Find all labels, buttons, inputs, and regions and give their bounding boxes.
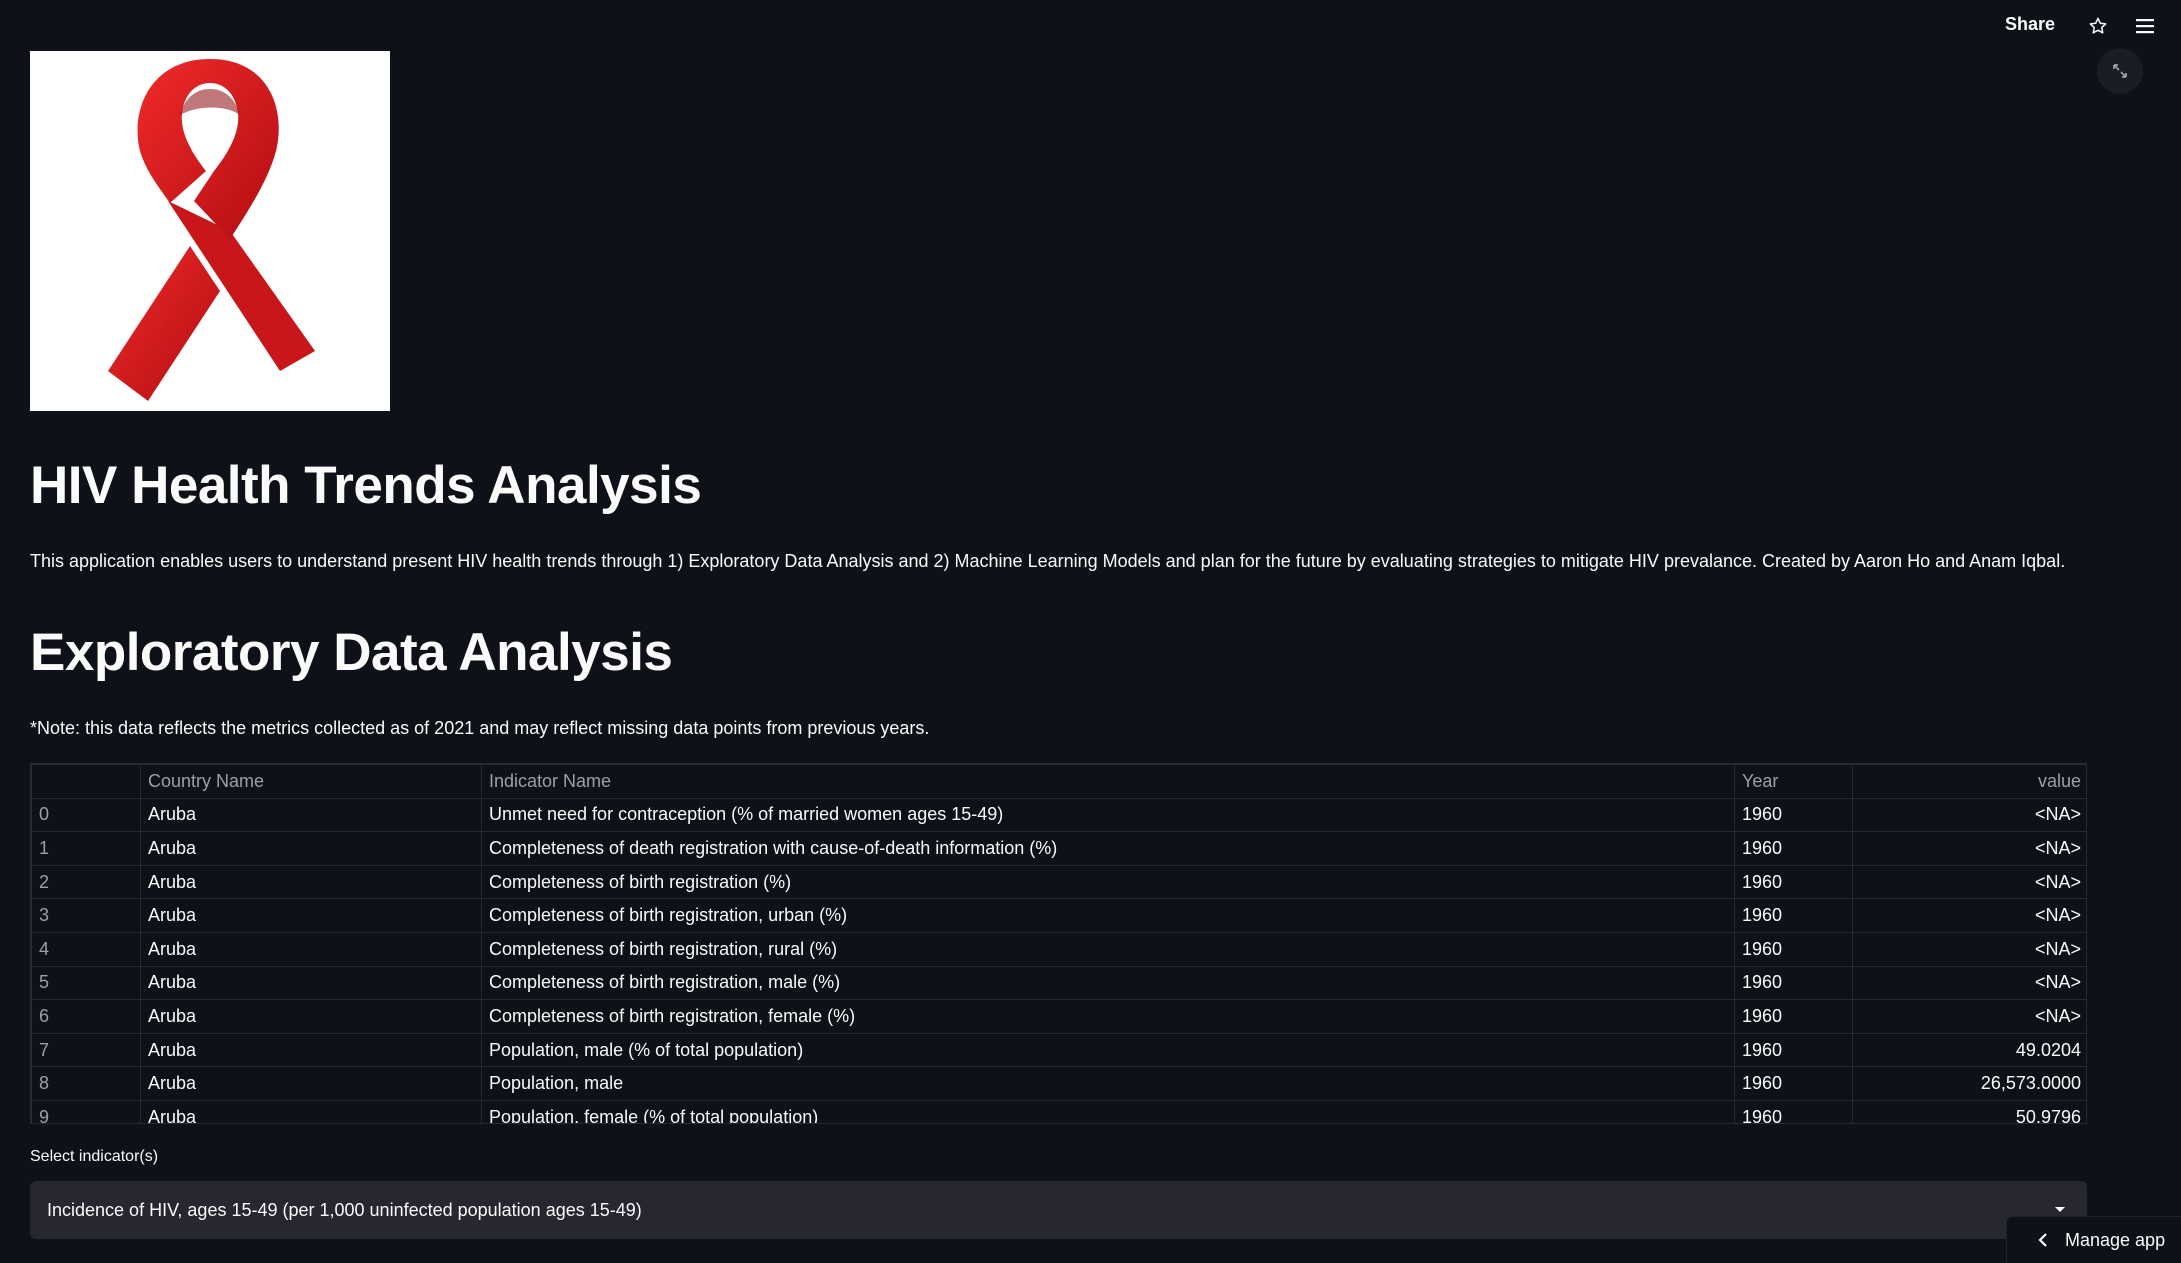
indicator-name-cell[interactable]: Population, female (% of total populatio… <box>481 1099 1735 1123</box>
indicator-select[interactable]: Incidence of HIV, ages 15-49 (per 1,000 … <box>30 1181 2087 1239</box>
value-cell[interactable]: <NA> <box>1852 797 2086 833</box>
year-cell[interactable]: 1960 <box>1734 898 1853 933</box>
country-name-cell[interactable]: Aruba <box>140 898 482 933</box>
intro-text: This application enables users to unders… <box>30 551 2066 571</box>
indicator-name-cell[interactable]: Completeness of birth registration, rura… <box>481 931 1735 967</box>
value-cell[interactable]: <NA> <box>1852 831 2086 866</box>
country-name-cell[interactable]: Aruba <box>140 1099 482 1123</box>
table-row[interactable]: 4 Aruba Completeness of birth registration… <box>31 931 2086 967</box>
indicator-name-cell[interactable]: Completeness of birth registration, urba… <box>481 898 1735 933</box>
column-header-index[interactable] <box>31 764 141 799</box>
red-ribbon-icon <box>108 59 315 401</box>
select-indicator-label: Select indicator(s) <box>30 1148 159 1165</box>
country-name-cell[interactable]: Aruba <box>140 999 482 1034</box>
indicator-name-cell[interactable]: Completeness of birth registration, fema… <box>481 999 1735 1034</box>
country-name-cell[interactable]: Aruba <box>140 831 482 866</box>
row-index[interactable]: 8 <box>31 1066 141 1101</box>
hiv-ribbon-logo <box>30 51 390 411</box>
value-cell[interactable]: <NA> <box>1852 965 2086 1001</box>
country-name-cell[interactable]: Aruba <box>140 864 482 900</box>
column-header-indicator-name[interactable]: Indicator Name <box>481 764 1735 799</box>
year-cell[interactable]: 1960 <box>1734 965 1853 1001</box>
year-cell[interactable]: 1960 <box>1734 1032 1853 1068</box>
value-cell[interactable]: 50.9796 <box>1852 1099 2086 1123</box>
row-index[interactable]: 5 <box>31 965 141 1001</box>
indicator-name-cell[interactable]: Population, male <box>481 1066 1735 1101</box>
value-cell[interactable]: <NA> <box>1852 999 2086 1034</box>
data-note: *Note: this data reflects the metrics co… <box>30 718 930 738</box>
value-cell[interactable]: <NA> <box>1852 898 2086 933</box>
table-header-row: Country Name Indicator Name Year value <box>31 764 2086 799</box>
chevron-down-icon[interactable] <box>2055 1207 2065 1212</box>
row-index[interactable]: 9 <box>31 1099 141 1123</box>
column-header-value[interactable]: value <box>1852 764 2086 799</box>
table-row[interactable]: 2 Aruba Completeness of birth registration… <box>31 864 2086 900</box>
country-name-cell[interactable]: Aruba <box>140 931 482 967</box>
section-title-eda: Exploratory Data Analysis <box>30 623 673 682</box>
indicator-name-cell[interactable]: Completeness of birth registration, male… <box>481 965 1735 1001</box>
row-index[interactable]: 7 <box>31 1032 141 1068</box>
column-header-year[interactable]: Year <box>1734 764 1853 799</box>
country-name-cell[interactable]: Aruba <box>140 965 482 1001</box>
star-icon[interactable] <box>2085 13 2111 39</box>
table-row[interactable]: 6 Aruba Completeness of birth registration… <box>31 999 2086 1034</box>
country-name-cell[interactable]: Aruba <box>140 1066 482 1101</box>
country-name-cell[interactable]: Aruba <box>140 1032 482 1068</box>
row-index[interactable]: 2 <box>31 864 141 900</box>
table-row[interactable]: 3 Aruba Completeness of birth registration… <box>31 898 2086 933</box>
value-cell[interactable]: 49.0204 <box>1852 1032 2086 1068</box>
indicator-select-value: Incidence of HIV, ages 15-49 (per 1,000 … <box>47 1199 642 1220</box>
chevron-left-icon <box>2038 1233 2047 1247</box>
table-row[interactable]: 8 Aruba Population, male 1960 26,573.0000 <box>31 1066 2086 1101</box>
table-row[interactable]: 9 Aruba Population, female (% of total pop… <box>31 1099 2086 1123</box>
year-cell[interactable]: 1960 <box>1734 1099 1853 1123</box>
year-cell[interactable]: 1960 <box>1734 797 1853 833</box>
page-title: HIV Health Trends Analysis <box>30 456 702 515</box>
table-row[interactable]: 7 Aruba Population, male (% of total popul… <box>31 1032 2086 1068</box>
value-cell[interactable]: <NA> <box>1852 864 2086 900</box>
top-toolbar: Share <box>0 0 2181 52</box>
year-cell[interactable]: 1960 <box>1734 1066 1853 1101</box>
country-name-cell[interactable]: Aruba <box>140 797 482 833</box>
year-cell[interactable]: 1960 <box>1734 864 1853 900</box>
data-table[interactable]: Country Name Indicator Name Year value 0… <box>30 763 2087 1124</box>
row-index[interactable]: 3 <box>31 898 141 933</box>
expand-icon[interactable] <box>2097 48 2143 94</box>
row-index[interactable]: 4 <box>31 931 141 967</box>
row-index[interactable]: 6 <box>31 999 141 1034</box>
value-cell[interactable]: <NA> <box>1852 931 2086 967</box>
column-header-country-name[interactable]: Country Name <box>140 764 482 799</box>
row-index[interactable]: 1 <box>31 831 141 866</box>
indicator-name-cell[interactable]: Unmet need for contraception (% of marri… <box>481 797 1735 833</box>
indicator-name-cell[interactable]: Population, male (% of total population) <box>481 1032 1735 1068</box>
row-index[interactable]: 0 <box>31 797 141 833</box>
year-cell[interactable]: 1960 <box>1734 999 1853 1034</box>
table-row[interactable]: 5 Aruba Completeness of birth registration… <box>31 965 2086 1001</box>
year-cell[interactable]: 1960 <box>1734 831 1853 866</box>
value-cell[interactable]: 26,573.0000 <box>1852 1066 2086 1101</box>
table-row[interactable]: 1 Aruba Completeness of death registration… <box>31 831 2086 866</box>
year-cell[interactable]: 1960 <box>1734 931 1853 967</box>
indicator-name-cell[interactable]: Completeness of death registration with … <box>481 831 1735 866</box>
share-button[interactable]: Share <box>2005 14 2055 35</box>
manage-app-button[interactable]: Manage app <box>2006 1216 2181 1263</box>
indicator-name-cell[interactable]: Completeness of birth registration (%) <box>481 864 1735 900</box>
manage-app-label: Manage app <box>2065 1229 2166 1250</box>
hamburger-menu-icon[interactable] <box>2132 13 2158 39</box>
table-row[interactable]: 0 Aruba Unmet need for contraception (% of… <box>31 797 2086 833</box>
